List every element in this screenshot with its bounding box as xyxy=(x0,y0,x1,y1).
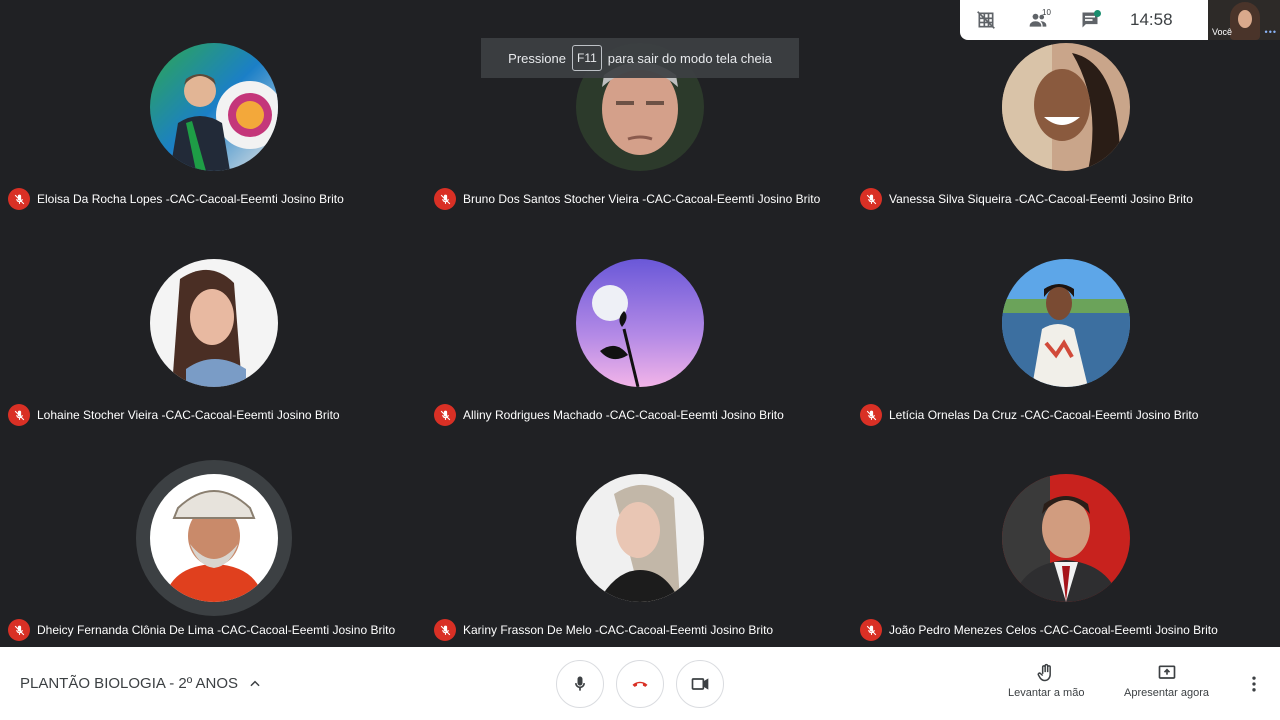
participant-footer: João Pedro Menezes Celos -CAC-Cacoal-Eee… xyxy=(860,619,1218,641)
muted-badge xyxy=(860,188,882,210)
participant-tile[interactable]: Bruno Dos Santos Stocher Vieira -CAC-Cac… xyxy=(426,0,850,214)
muted-badge xyxy=(8,404,30,426)
mic-off-icon xyxy=(440,625,450,635)
participant-footer: Dheicy Fernanda Clônia De Lima -CAC-Caco… xyxy=(8,619,395,641)
camera-button[interactable] xyxy=(676,660,724,708)
participant-name: Eloisa Da Rocha Lopes -CAC-Cacoal-Eeemti… xyxy=(37,192,344,206)
participant-footer: Lohaine Stocher Vieira -CAC-Cacoal-Eeemt… xyxy=(8,404,340,426)
participant-footer: Bruno Dos Santos Stocher Vieira -CAC-Cac… xyxy=(434,188,820,210)
present-screen-icon xyxy=(1158,665,1175,679)
participant-tile[interactable]: Eloisa Da Rocha Lopes -CAC-Cacoal-Eeemti… xyxy=(0,0,424,214)
participant-name: Lohaine Stocher Vieira -CAC-Cacoal-Eeemt… xyxy=(37,408,340,422)
toast-key: F11 xyxy=(571,45,602,71)
video-camera-icon xyxy=(691,678,709,690)
muted-badge xyxy=(434,619,456,641)
mic-off-icon xyxy=(440,194,450,204)
participant-name: Dheicy Fernanda Clônia De Lima -CAC-Caco… xyxy=(37,623,396,637)
participant-avatar xyxy=(1002,259,1130,387)
microphone-button[interactable] xyxy=(556,660,604,708)
muted-badge xyxy=(434,188,456,210)
participant-tile[interactable]: Letícia Ornelas Da Cruz -CAC-Cacoal-Eeem… xyxy=(852,216,1276,430)
participant-avatar xyxy=(1002,474,1130,602)
participant-tile[interactable]: Alliny Rodrigues Machado -CAC-Cacoal-Eee… xyxy=(426,216,850,430)
mic-off-icon xyxy=(866,410,876,420)
fullscreen-toast: Pressione F11 para sair do modo tela che… xyxy=(481,38,799,78)
mic-off-icon xyxy=(866,194,876,204)
muted-badge xyxy=(860,404,882,426)
toast-suffix: para sair do modo tela cheia xyxy=(607,50,772,66)
participant-footer: Eloisa Da Rocha Lopes -CAC-Cacoal-Eeemti… xyxy=(8,188,344,210)
participant-name: João Pedro Menezes Celos -CAC-Cacoal-Eee… xyxy=(889,623,1218,637)
participant-name: Alliny Rodrigues Machado -CAC-Cacoal-Eee… xyxy=(463,408,784,422)
mic-off-icon xyxy=(14,194,24,204)
muted-badge xyxy=(8,188,30,210)
participant-tile[interactable]: Vanessa Silva Siqueira -CAC-Cacoal-Eeemt… xyxy=(852,0,1276,214)
mic-off-icon xyxy=(440,410,450,420)
participant-tile[interactable]: Lohaine Stocher Vieira -CAC-Cacoal-Eeemt… xyxy=(0,216,424,430)
participant-name: Bruno Dos Santos Stocher Vieira -CAC-Cac… xyxy=(463,192,821,206)
present-now-button[interactable]: Apresentar agora xyxy=(1124,663,1209,699)
toast-prefix: Pressione xyxy=(508,50,566,66)
participant-name: Letícia Ornelas Da Cruz -CAC-Cacoal-Eeem… xyxy=(889,408,1199,422)
participant-footer: Vanessa Silva Siqueira -CAC-Cacoal-Eeemt… xyxy=(860,188,1193,210)
participant-avatar xyxy=(576,259,704,387)
leave-call-button[interactable] xyxy=(616,660,664,708)
participant-footer: Letícia Ornelas Da Cruz -CAC-Cacoal-Eeem… xyxy=(860,404,1198,426)
participant-name: Vanessa Silva Siqueira -CAC-Cacoal-Eeemt… xyxy=(889,192,1193,206)
participant-tile[interactable]: Dheicy Fernanda Clônia De Lima -CAC-Caco… xyxy=(0,431,424,645)
participant-name: Kariny Frasson De Melo -CAC-Cacoal-Eeemt… xyxy=(463,623,774,637)
present-now-label: Apresentar agora xyxy=(1124,687,1209,699)
raise-hand-button[interactable]: Levantar a mão xyxy=(1008,663,1084,699)
raise-hand-label: Levantar a mão xyxy=(1008,687,1085,699)
participant-avatar xyxy=(150,43,278,171)
mic-off-icon xyxy=(14,625,24,635)
participant-avatar xyxy=(576,474,704,602)
chevron-up-icon xyxy=(250,680,260,686)
hand-icon xyxy=(1037,663,1052,682)
hang-up-icon xyxy=(632,681,648,687)
muted-badge xyxy=(8,619,30,641)
bottom-control-bar: PLANTÃO BIOLOGIA - 2º ANOS Levantar a mã… xyxy=(0,647,1280,720)
more-options-icon[interactable] xyxy=(1244,674,1264,694)
participant-avatar xyxy=(150,259,278,387)
mic-icon xyxy=(575,676,585,691)
meeting-details-toggle[interactable]: PLANTÃO BIOLOGIA - 2º ANOS xyxy=(20,675,262,692)
participant-footer: Kariny Frasson De Melo -CAC-Cacoal-Eeemt… xyxy=(434,619,773,641)
mic-off-icon xyxy=(866,625,876,635)
participant-avatar xyxy=(1002,43,1130,171)
muted-badge xyxy=(434,404,456,426)
participant-avatar xyxy=(150,474,278,602)
meeting-title: PLANTÃO BIOLOGIA - 2º ANOS xyxy=(20,675,239,692)
participant-tile[interactable]: João Pedro Menezes Celos -CAC-Cacoal-Eee… xyxy=(852,431,1276,645)
participant-tile[interactable]: Kariny Frasson De Melo -CAC-Cacoal-Eeemt… xyxy=(426,431,850,645)
participant-footer: Alliny Rodrigues Machado -CAC-Cacoal-Eee… xyxy=(434,404,784,426)
mic-off-icon xyxy=(14,410,24,420)
muted-badge xyxy=(860,619,882,641)
